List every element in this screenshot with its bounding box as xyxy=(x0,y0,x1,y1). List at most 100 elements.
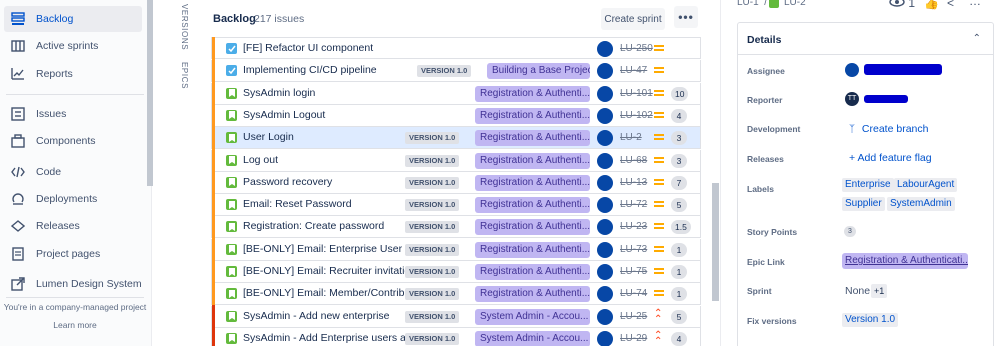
story-points-value[interactable]: 3 xyxy=(844,226,856,237)
story-points-badge[interactable]: 10 xyxy=(671,86,689,101)
issue-row[interactable]: SysAdmin login Registration & Authenti...… xyxy=(211,81,701,105)
assignee-avatar[interactable] xyxy=(597,85,613,102)
assignee-name-redacted[interactable] xyxy=(864,64,942,75)
issue-summary[interactable]: SysAdmin - Add new enterprise xyxy=(243,310,413,322)
story-points-badge[interactable]: 5 xyxy=(671,309,687,324)
issue-key[interactable]: LU-47 xyxy=(620,65,647,76)
assignee-avatar[interactable] xyxy=(597,130,613,147)
sidebar-item-deployments[interactable]: Deployments xyxy=(4,186,142,212)
issue-key[interactable]: LU-74 xyxy=(620,288,647,299)
issue-row[interactable]: [FE] Refactor UI component LU-250 xyxy=(211,37,701,60)
issue-key[interactable]: LU-25 xyxy=(620,311,647,322)
issue-row[interactable]: [BE-ONLY] Email: Enterprise User invitat… xyxy=(211,237,701,261)
issue-summary[interactable]: User Login xyxy=(243,131,413,143)
issue-row[interactable]: Password recovery VERSION 1.0 Registration… xyxy=(211,170,701,194)
issue-summary[interactable]: Implementing CI/CD pipeline xyxy=(243,64,413,76)
assignee-avatar[interactable] xyxy=(597,197,613,214)
issue-row[interactable]: Log out VERSION 1.0 Registration & Authent… xyxy=(211,148,701,172)
tab-epics[interactable]: EPICS xyxy=(180,62,189,89)
story-points-badge[interactable]: 1 xyxy=(671,287,687,302)
sidebar-item-project-pages[interactable]: Project pages xyxy=(4,241,142,267)
sprint-more-badge[interactable]: +1 xyxy=(871,284,888,298)
label-chip[interactable]: LabourAgent xyxy=(894,178,958,192)
epic-lozenge[interactable]: Registration & Authenti... xyxy=(475,241,590,258)
watch-button[interactable]: 1 xyxy=(889,0,915,10)
issue-key[interactable]: LU-73 xyxy=(620,244,647,255)
sidebar-scrollbar[interactable] xyxy=(147,0,153,186)
sidebar-item-issues[interactable]: Issues xyxy=(4,101,142,127)
assignee-avatar[interactable] xyxy=(597,286,613,303)
story-points-badge[interactable]: 1 xyxy=(671,265,687,279)
story-points-badge[interactable]: 7 xyxy=(671,175,687,190)
share-icon[interactable]: < xyxy=(947,0,954,10)
tab-versions[interactable]: VERSIONS xyxy=(180,4,189,50)
issue-summary[interactable]: SysAdmin - Add Enterprise users and admi… xyxy=(243,332,413,344)
issue-row[interactable]: Implementing CI/CD pipeline VERSION 1.0 Bu… xyxy=(211,59,701,83)
epic-lozenge[interactable]: System Admin - Accou... xyxy=(475,308,590,325)
issue-key[interactable]: LU-75 xyxy=(620,266,647,277)
assignee-avatar[interactable] xyxy=(597,308,613,325)
story-points-badge[interactable]: 3 xyxy=(671,131,687,146)
issue-key[interactable]: LU-101 xyxy=(620,88,653,99)
label-chip[interactable]: Enterprise xyxy=(842,178,894,192)
issue-key[interactable]: LU-13 xyxy=(620,177,647,188)
epic-lozenge[interactable]: Registration & Authenti... xyxy=(475,219,590,236)
assignee-avatar[interactable] xyxy=(597,330,613,346)
assignee-avatar[interactable] xyxy=(597,152,613,169)
issue-row[interactable]: Registration: Create password VERSION 1.0… xyxy=(211,215,701,239)
story-points-badge[interactable]: 1 xyxy=(671,242,687,257)
assignee-avatar[interactable] xyxy=(597,219,613,236)
reporter-avatar[interactable]: TT xyxy=(845,92,859,106)
epic-lozenge[interactable]: Registration & Authenti... xyxy=(475,174,590,191)
issue-summary[interactable]: Log out xyxy=(243,154,413,166)
epic-lozenge[interactable]: Registration & Authenti... xyxy=(475,264,590,280)
epic-lozenge[interactable]: Registration & Authenti... xyxy=(475,286,590,303)
label-chip[interactable]: SystemAdmin xyxy=(887,197,955,211)
issue-summary[interactable]: [BE-ONLY] Email: Recruiter invitation xyxy=(243,265,413,277)
breadcrumb-key-parent[interactable]: LU-1 xyxy=(737,0,759,8)
more-actions-button[interactable]: ••• xyxy=(674,6,698,28)
issue-row[interactable]: SysAdmin - Add new enterprise VERSION 1.0… xyxy=(211,304,701,328)
assignee-avatar[interactable] xyxy=(597,63,613,80)
epic-link-chip[interactable]: Registration & Authenticati... xyxy=(842,253,968,269)
assignee-avatar[interactable] xyxy=(597,174,613,191)
issue-row[interactable]: [BE-ONLY] Email: Recruiter invitation VER… xyxy=(211,260,701,283)
issue-summary[interactable]: SysAdmin Logout xyxy=(243,109,413,121)
issue-key[interactable]: LU-72 xyxy=(620,199,647,210)
sidebar-item-releases[interactable]: Releases xyxy=(4,213,142,239)
details-header[interactable]: Details ⌃ xyxy=(738,23,993,55)
breadcrumb-key-current[interactable]: LU-2 xyxy=(784,0,806,8)
label-chip[interactable]: Supplier xyxy=(842,197,885,211)
epic-lozenge[interactable]: Registration & Authenti... xyxy=(475,152,590,169)
issue-summary[interactable]: SysAdmin login xyxy=(243,87,413,99)
assignee-avatar[interactable] xyxy=(597,107,613,124)
story-points-badge[interactable]: 4 xyxy=(671,331,687,346)
issue-row[interactable]: [BE-ONLY] Email: Member/Contributor Invi… xyxy=(211,282,701,306)
epic-lozenge[interactable]: System Admin - Accou... xyxy=(475,330,590,346)
issue-key[interactable]: LU-29 xyxy=(620,333,647,344)
sidebar-item-reports[interactable]: Reports xyxy=(4,61,142,87)
epic-lozenge[interactable]: Registration & Authenti... xyxy=(475,197,590,214)
learn-more-link[interactable]: Learn more xyxy=(0,320,150,330)
backlog-scrollbar[interactable] xyxy=(712,183,719,301)
epic-lozenge[interactable]: Registration & Authenti... xyxy=(475,130,590,147)
assignee-avatar[interactable] xyxy=(597,264,613,280)
story-points-badge[interactable]: 1.5 xyxy=(671,220,691,235)
issue-row[interactable]: SysAdmin Logout Registration & Authenti..… xyxy=(211,103,701,127)
epic-lozenge[interactable]: Registration & Authenti... xyxy=(475,85,590,102)
issue-row[interactable]: User Login VERSION 1.0 Registration & Auth… xyxy=(211,126,701,150)
issue-key[interactable]: LU-102 xyxy=(620,110,653,121)
epic-lozenge[interactable]: Building a Base Project xyxy=(487,63,590,80)
issue-key[interactable]: LU-68 xyxy=(620,155,647,166)
issue-summary[interactable]: [FE] Refactor UI component xyxy=(243,42,413,54)
issue-key[interactable]: LU-250 xyxy=(620,43,653,54)
assignee-avatar[interactable] xyxy=(597,241,613,258)
like-icon[interactable]: 👍 xyxy=(924,0,939,10)
issue-key[interactable]: LU-23 xyxy=(620,221,647,232)
issue-summary[interactable]: [BE-ONLY] Email: Member/Contributor Invi… xyxy=(243,287,413,299)
breadcrumb-parent[interactable]: LU-1 / xyxy=(737,0,767,8)
create-sprint-button[interactable]: Create sprint xyxy=(601,8,665,30)
issue-row[interactable]: Email: Reset Password VERSION 1.0 Registra… xyxy=(211,193,701,217)
assignee-avatar[interactable] xyxy=(845,63,859,77)
fix-version-chip[interactable]: Version 1.0 xyxy=(842,313,899,327)
